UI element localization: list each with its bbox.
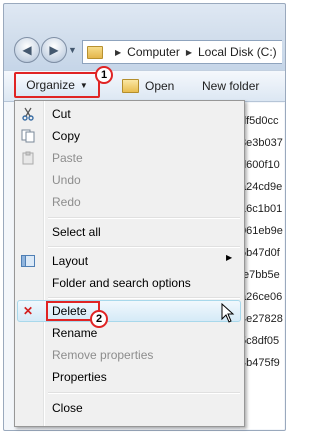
menu-separator: [48, 217, 240, 219]
menu-item-label: Undo: [52, 173, 81, 187]
breadcrumb-computer[interactable]: Computer: [127, 45, 180, 59]
file-row[interactable]: 4e27828: [240, 308, 284, 330]
file-list: df5d0cc 8e3b037 d600f10 a24cd9e 16c1b01 …: [240, 103, 284, 429]
file-row[interactable]: 5b47d0f: [240, 242, 284, 264]
menu-item-label: Folder and search options: [52, 276, 191, 290]
menu-item-paste[interactable]: Paste: [52, 148, 83, 168]
menu-item-label: Rename: [52, 326, 98, 340]
menu-item-label: Cut: [52, 107, 71, 121]
arrow-right-icon: ▶: [49, 43, 59, 57]
file-row[interactable]: fe7bb5e: [240, 264, 284, 286]
menu-item-label: Paste: [52, 151, 83, 165]
file-name: 8e3b037: [240, 137, 283, 149]
back-button[interactable]: ◀: [14, 37, 40, 63]
menu-item-label: Select all: [52, 225, 101, 239]
menu-item-select-all[interactable]: Select all: [52, 222, 101, 242]
menu-item-label: Remove properties: [52, 348, 154, 362]
organize-label: Organize: [26, 78, 75, 92]
file-row[interactable]: 16c1b01: [240, 198, 284, 220]
address-bar[interactable]: ▶ Computer ▶ Local Disk (C:): [82, 40, 282, 64]
organize-button[interactable]: Organize ▼: [14, 72, 100, 98]
menu-item-redo[interactable]: Redo: [52, 192, 81, 212]
open-button[interactable]: Open: [122, 71, 174, 101]
file-row[interactable]: df5d0cc: [240, 110, 284, 132]
file-name: 4b475f9: [240, 357, 280, 369]
open-label: Open: [145, 79, 175, 93]
menu-item-label: Redo: [52, 195, 81, 209]
file-row[interactable]: 5c8df05: [240, 330, 284, 352]
menu-item-close[interactable]: Close: [52, 398, 83, 418]
file-name: df5d0cc: [240, 115, 279, 127]
menu-item-remove-properties[interactable]: Remove properties: [52, 345, 153, 365]
breadcrumb-local-disk[interactable]: Local Disk (C:): [198, 45, 277, 59]
menu-item-undo[interactable]: Undo: [52, 170, 81, 190]
menu-item-label: Close: [52, 401, 83, 415]
step-2-badge: 2: [90, 310, 108, 328]
recent-pages-dropdown-icon[interactable]: ▼: [68, 46, 77, 55]
scissors-icon: [20, 106, 36, 122]
breadcrumb-arrow-icon[interactable]: ▶: [115, 48, 121, 57]
menu-item-label: Layout: [52, 254, 89, 268]
folder-icon: [87, 45, 103, 59]
menu-item-copy[interactable]: Copy: [52, 126, 80, 146]
menu-separator: [48, 392, 240, 394]
delete-x-icon: ✕: [22, 304, 34, 318]
step-number: 1: [100, 69, 108, 81]
menu-item-label: Properties: [52, 370, 107, 384]
file-name: a26ce06: [240, 291, 283, 303]
file-name: fe7bb5e: [240, 269, 280, 281]
layout-icon: [20, 253, 36, 269]
file-name: d600f10: [240, 159, 280, 171]
new-folder-button[interactable]: New folder: [202, 71, 259, 101]
file-name: a24cd9e: [240, 181, 283, 193]
file-name: 5b47d0f: [240, 247, 280, 259]
step-1-badge: 1: [95, 66, 113, 84]
file-row[interactable]: 4b475f9: [240, 352, 284, 374]
menu-separator: [48, 246, 240, 248]
file-row[interactable]: 8e3b037: [240, 132, 284, 154]
menu-item-layout[interactable]: Layout: [52, 251, 88, 271]
file-row[interactable]: a24cd9e: [240, 176, 284, 198]
submenu-arrow-icon: ▶: [226, 253, 233, 262]
open-folder-icon: [122, 79, 139, 93]
mouse-pointer-icon: [221, 303, 235, 323]
menu-gutter-highlight: [44, 101, 45, 426]
breadcrumb-arrow-icon[interactable]: ▶: [186, 48, 192, 57]
menu-item-label: Copy: [52, 129, 81, 143]
new-folder-label: New folder: [202, 79, 260, 93]
file-row[interactable]: d600f10: [240, 154, 284, 176]
menu-separator: [48, 297, 240, 299]
file-name: 061eb9e: [240, 225, 283, 237]
copy-icon: [20, 128, 36, 144]
menu-item-folder-search-options[interactable]: Folder and search options: [52, 273, 191, 293]
organize-menu: Cut Copy Paste Undo Redo Select all Layo…: [14, 100, 245, 427]
file-row[interactable]: a26ce06: [240, 286, 284, 308]
file-name: 4e27828: [240, 313, 283, 325]
menu-item-cut[interactable]: Cut: [52, 104, 71, 124]
menu-item-rename[interactable]: Rename: [52, 323, 97, 343]
file-row[interactable]: 061eb9e: [240, 220, 284, 242]
file-name: 5c8df05: [240, 335, 280, 347]
arrow-left-icon: ◀: [22, 43, 32, 57]
step-number: 2: [95, 313, 103, 325]
forward-button[interactable]: ▶: [41, 37, 67, 63]
menu-item-properties[interactable]: Properties: [52, 367, 107, 387]
file-name: 16c1b01: [240, 203, 283, 215]
chevron-down-icon: ▼: [79, 80, 88, 90]
paste-icon: [20, 150, 36, 166]
